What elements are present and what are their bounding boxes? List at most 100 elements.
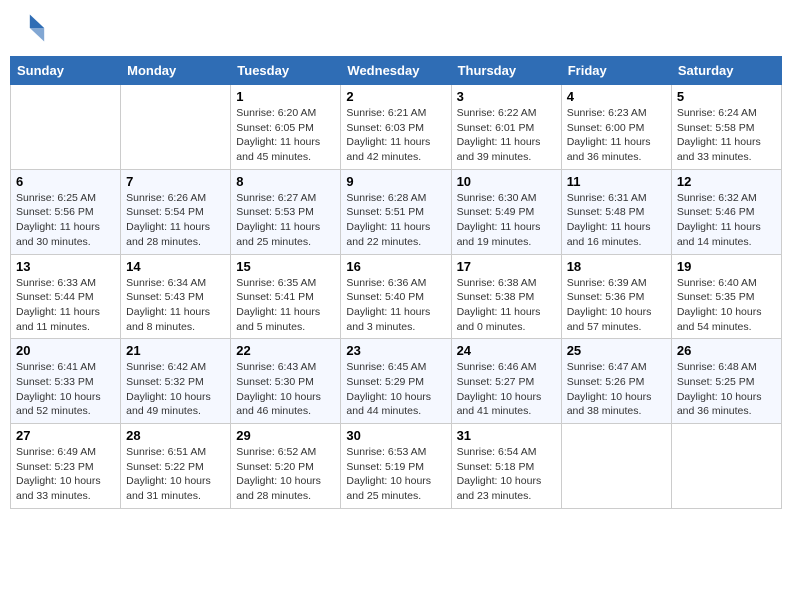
day-info: Sunrise: 6:32 AMSunset: 5:46 PMDaylight:… [677,191,776,250]
logo [10,10,50,46]
calendar-cell [671,424,781,509]
day-number: 3 [457,89,556,104]
day-info: Sunrise: 6:21 AMSunset: 6:03 PMDaylight:… [346,106,445,165]
day-header-wednesday: Wednesday [341,57,451,85]
day-number: 25 [567,343,666,358]
calendar-cell: 31 Sunrise: 6:54 AMSunset: 5:18 PMDayligh… [451,424,561,509]
calendar-cell: 30 Sunrise: 6:53 AMSunset: 5:19 PMDayligh… [341,424,451,509]
day-number: 31 [457,428,556,443]
page-header [10,10,782,46]
calendar-cell: 11 Sunrise: 6:31 AMSunset: 5:48 PMDayligh… [561,169,671,254]
day-number: 19 [677,259,776,274]
day-number: 30 [346,428,445,443]
day-info: Sunrise: 6:42 AMSunset: 5:32 PMDaylight:… [126,360,225,419]
day-number: 5 [677,89,776,104]
day-number: 6 [16,174,115,189]
calendar-cell: 15 Sunrise: 6:35 AMSunset: 5:41 PMDayligh… [231,254,341,339]
calendar-cell: 9Sunrise: 6:28 AMSunset: 5:51 PMDaylight… [341,169,451,254]
day-info: Sunrise: 6:26 AMSunset: 5:54 PMDaylight:… [126,191,225,250]
day-number: 21 [126,343,225,358]
day-number: 28 [126,428,225,443]
calendar-cell [561,424,671,509]
calendar-cell: 27Sunrise: 6:49 AMSunset: 5:23 PMDayligh… [11,424,121,509]
day-number: 27 [16,428,115,443]
day-info: Sunrise: 6:38 AMSunset: 5:38 PMDaylight:… [457,276,556,335]
day-info: Sunrise: 6:23 AMSunset: 6:00 PMDaylight:… [567,106,666,165]
day-header-saturday: Saturday [671,57,781,85]
day-number: 15 [236,259,335,274]
calendar-week-2: 6 Sunrise: 6:25 AMSunset: 5:56 PMDaylight… [11,169,782,254]
calendar-cell: 25 Sunrise: 6:47 AMSunset: 5:26 PMDayligh… [561,339,671,424]
calendar-cell: 13Sunrise: 6:33 AMSunset: 5:44 PMDayligh… [11,254,121,339]
calendar-cell: 3Sunrise: 6:22 AMSunset: 6:01 PMDaylight… [451,85,561,170]
day-header-sunday: Sunday [11,57,121,85]
day-number: 1 [236,89,335,104]
calendar-cell: 19 Sunrise: 6:40 AMSunset: 5:35 PMDayligh… [671,254,781,339]
calendar-cell: 2 Sunrise: 6:21 AMSunset: 6:03 PMDaylight… [341,85,451,170]
day-info: Sunrise: 6:35 AMSunset: 5:41 PMDaylight:… [236,276,335,335]
day-info: Sunrise: 6:24 AMSunset: 5:58 PMDaylight:… [677,106,776,165]
day-info: Sunrise: 6:53 AMSunset: 5:19 PMDaylight:… [346,445,445,504]
calendar-cell: 7 Sunrise: 6:26 AMSunset: 5:54 PMDaylight… [121,169,231,254]
day-number: 26 [677,343,776,358]
day-info: Sunrise: 6:46 AMSunset: 5:27 PMDaylight:… [457,360,556,419]
calendar-cell [121,85,231,170]
calendar-cell: 8 Sunrise: 6:27 AMSunset: 5:53 PMDaylight… [231,169,341,254]
day-header-thursday: Thursday [451,57,561,85]
day-number: 4 [567,89,666,104]
day-info: Sunrise: 6:28 AMSunset: 5:51 PMDaylight:… [346,191,445,250]
day-info: Sunrise: 6:47 AMSunset: 5:26 PMDaylight:… [567,360,666,419]
day-number: 2 [346,89,445,104]
calendar-cell: 4 Sunrise: 6:23 AMSunset: 6:00 PMDaylight… [561,85,671,170]
day-info: Sunrise: 6:52 AMSunset: 5:20 PMDaylight:… [236,445,335,504]
day-header-tuesday: Tuesday [231,57,341,85]
day-number: 12 [677,174,776,189]
day-number: 10 [457,174,556,189]
day-number: 22 [236,343,335,358]
calendar-cell: 18Sunrise: 6:39 AMSunset: 5:36 PMDayligh… [561,254,671,339]
calendar-cell: 12 Sunrise: 6:32 AMSunset: 5:46 PMDayligh… [671,169,781,254]
day-number: 11 [567,174,666,189]
day-info: Sunrise: 6:51 AMSunset: 5:22 PMDaylight:… [126,445,225,504]
day-info: Sunrise: 6:41 AMSunset: 5:33 PMDaylight:… [16,360,115,419]
day-number: 14 [126,259,225,274]
calendar-week-5: 27Sunrise: 6:49 AMSunset: 5:23 PMDayligh… [11,424,782,509]
calendar-cell: 16Sunrise: 6:36 AMSunset: 5:40 PMDayligh… [341,254,451,339]
day-info: Sunrise: 6:20 AMSunset: 6:05 PMDaylight:… [236,106,335,165]
day-info: Sunrise: 6:54 AMSunset: 5:18 PMDaylight:… [457,445,556,504]
day-number: 18 [567,259,666,274]
calendar-week-3: 13Sunrise: 6:33 AMSunset: 5:44 PMDayligh… [11,254,782,339]
day-number: 23 [346,343,445,358]
calendar-cell: 1 Sunrise: 6:20 AMSunset: 6:05 PMDaylight… [231,85,341,170]
calendar-cell: 6 Sunrise: 6:25 AMSunset: 5:56 PMDaylight… [11,169,121,254]
day-number: 7 [126,174,225,189]
calendar-cell: 17 Sunrise: 6:38 AMSunset: 5:38 PMDayligh… [451,254,561,339]
day-number: 24 [457,343,556,358]
day-info: Sunrise: 6:31 AMSunset: 5:48 PMDaylight:… [567,191,666,250]
calendar-cell [11,85,121,170]
day-info: Sunrise: 6:40 AMSunset: 5:35 PMDaylight:… [677,276,776,335]
calendar-cell: 26 Sunrise: 6:48 AMSunset: 5:25 PMDayligh… [671,339,781,424]
day-info: Sunrise: 6:48 AMSunset: 5:25 PMDaylight:… [677,360,776,419]
calendar-cell: 20Sunrise: 6:41 AMSunset: 5:33 PMDayligh… [11,339,121,424]
calendar-header-row: SundayMondayTuesdayWednesdayThursdayFrid… [11,57,782,85]
calendar-week-1: 1 Sunrise: 6:20 AMSunset: 6:05 PMDaylight… [11,85,782,170]
day-number: 17 [457,259,556,274]
calendar-week-4: 20Sunrise: 6:41 AMSunset: 5:33 PMDayligh… [11,339,782,424]
calendar-table: SundayMondayTuesdayWednesdayThursdayFrid… [10,56,782,509]
calendar-cell: 28 Sunrise: 6:51 AMSunset: 5:22 PMDayligh… [121,424,231,509]
logo-icon [10,10,46,46]
day-info: Sunrise: 6:45 AMSunset: 5:29 PMDaylight:… [346,360,445,419]
day-info: Sunrise: 6:25 AMSunset: 5:56 PMDaylight:… [16,191,115,250]
calendar-cell: 29Sunrise: 6:52 AMSunset: 5:20 PMDayligh… [231,424,341,509]
calendar-cell: 5 Sunrise: 6:24 AMSunset: 5:58 PMDaylight… [671,85,781,170]
day-info: Sunrise: 6:27 AMSunset: 5:53 PMDaylight:… [236,191,335,250]
calendar-cell: 23 Sunrise: 6:45 AMSunset: 5:29 PMDayligh… [341,339,451,424]
day-info: Sunrise: 6:30 AMSunset: 5:49 PMDaylight:… [457,191,556,250]
day-header-friday: Friday [561,57,671,85]
day-number: 8 [236,174,335,189]
day-info: Sunrise: 6:36 AMSunset: 5:40 PMDaylight:… [346,276,445,335]
calendar-cell: 24 Sunrise: 6:46 AMSunset: 5:27 PMDayligh… [451,339,561,424]
day-info: Sunrise: 6:33 AMSunset: 5:44 PMDaylight:… [16,276,115,335]
day-info: Sunrise: 6:34 AMSunset: 5:43 PMDaylight:… [126,276,225,335]
